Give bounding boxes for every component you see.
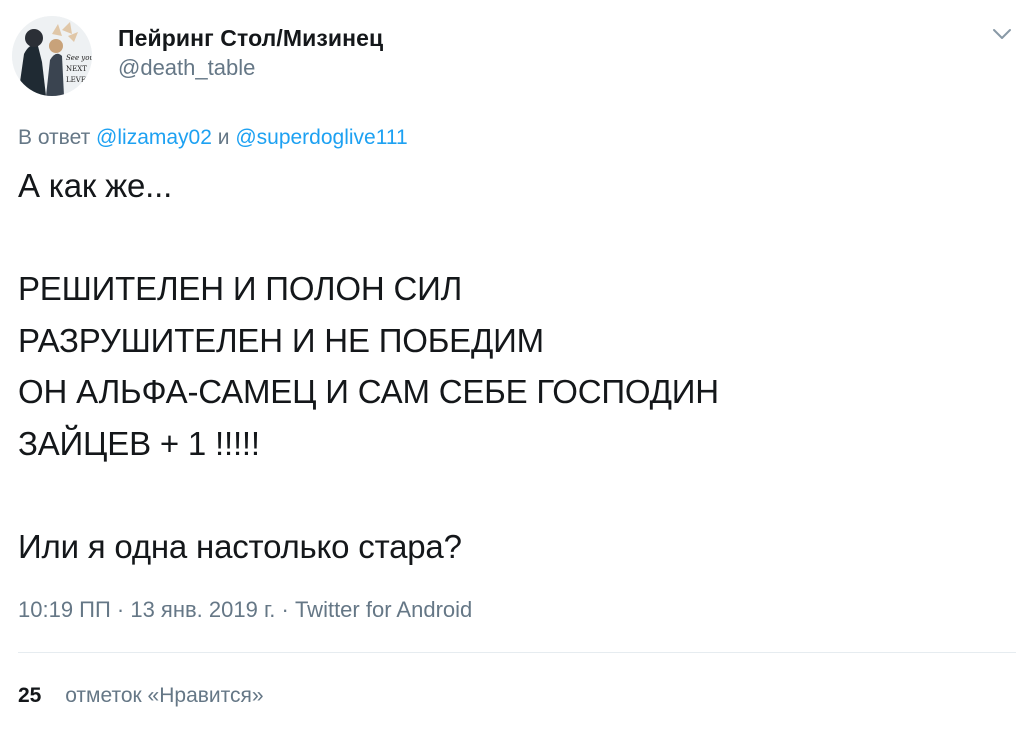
svg-text:See you: See you	[66, 54, 92, 62]
author-block[interactable]: Пейринг Стол/Мизинец @death_table	[118, 24, 383, 81]
reply-conjunction: и	[217, 126, 230, 149]
reply-prefix: В ответ	[18, 126, 91, 149]
likes-count: 25	[18, 684, 42, 707]
svg-text:NEXT: NEXT	[66, 65, 87, 73]
divider	[18, 652, 1016, 653]
tweet-text: А как же... РЕШИТЕЛЕН И ПОЛОН СИЛ РАЗРУШ…	[18, 167, 719, 565]
mention-link[interactable]: @lizamay02	[96, 126, 212, 149]
likes-stat[interactable]: 25 отметок «Нравится»	[18, 683, 264, 709]
display-name[interactable]: Пейринг Стол/Мизинец	[118, 24, 383, 52]
svg-text:LEVEL: LEVEL	[66, 76, 91, 84]
likes-label: отметок «Нравится»	[65, 684, 264, 707]
mention-link[interactable]: @superdoglive111	[235, 126, 407, 149]
chevron-down-icon[interactable]	[990, 26, 1014, 42]
avatar[interactable]: See you NEXT LEVEL	[12, 16, 92, 96]
reply-context: В ответ @lizamay02 и @superdoglive111	[18, 125, 408, 151]
tweet-timestamp[interactable]: 10:19 ПП · 13 янв. 2019 г. · Twitter for…	[18, 597, 472, 623]
user-handle[interactable]: @death_table	[118, 55, 383, 81]
tweet-container: See you NEXT LEVEL Пейринг Стол/Мизинец …	[0, 0, 1024, 734]
avatar-image: See you NEXT LEVEL	[12, 16, 92, 96]
